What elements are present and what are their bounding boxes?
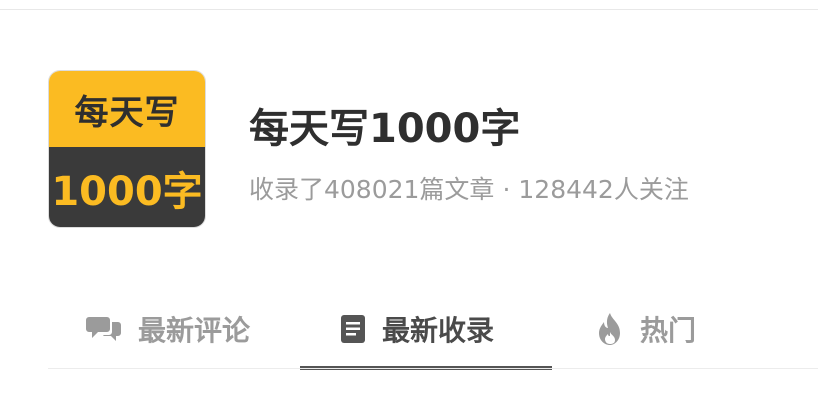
follower-count: 128442人关注	[518, 175, 689, 204]
logo-bottom-band: 1000字	[49, 147, 205, 227]
tab-label: 热门	[640, 314, 697, 347]
logo-top-text: 每天写	[74, 92, 180, 133]
document-icon	[340, 314, 366, 344]
tab-latest-included[interactable]: 最新收录	[300, 290, 552, 368]
tab-label: 最新收录	[382, 314, 495, 347]
collection-title: 每天写1000字	[249, 106, 521, 152]
top-divider	[0, 9, 818, 10]
collection-tabs: 最新评论 最新收录 热门	[48, 290, 818, 370]
tabs-divider	[48, 368, 818, 369]
logo-top-band: 每天写	[49, 71, 205, 147]
comments-icon	[86, 314, 122, 344]
tab-label: 最新评论	[138, 314, 251, 347]
meta-separator: ·	[502, 175, 511, 204]
tab-hot[interactable]: 热门	[596, 290, 736, 368]
collection-logo: 每天写 1000字	[48, 70, 206, 228]
tab-latest-comments[interactable]: 最新评论	[86, 290, 306, 368]
collection-page: 每天写 1000字 每天写1000字 收录了408021篇文章 · 128442人关…	[0, 0, 818, 406]
fire-icon	[596, 312, 624, 346]
collection-meta: 收录了408021篇文章 · 128442人关注	[249, 170, 689, 206]
article-count: 收录了408021篇文章	[249, 175, 495, 204]
logo-bottom-text: 1000字	[51, 169, 203, 215]
